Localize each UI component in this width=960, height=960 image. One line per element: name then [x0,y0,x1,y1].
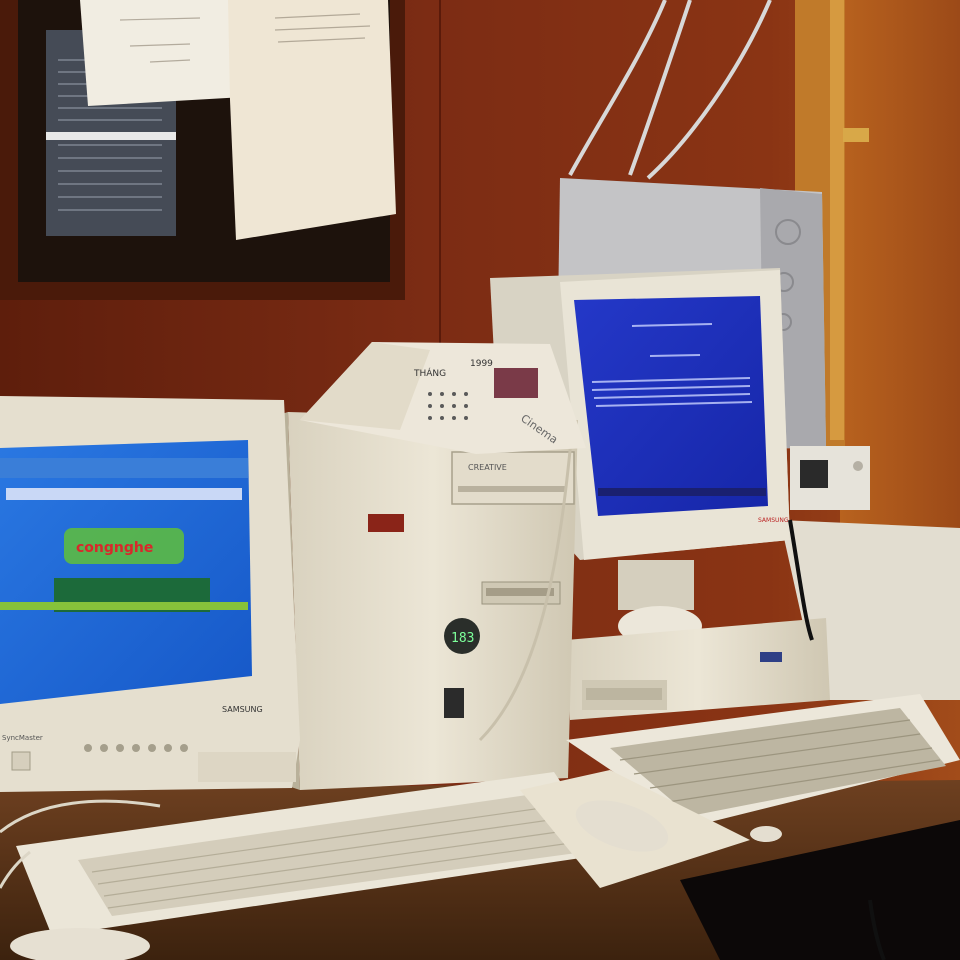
left-monitor-screen [0,440,252,704]
right-monitor-brand: SAMSUNG [758,517,789,524]
photo-scene: SAMSUNG CREATIVE 183 THÁNG 1999 Cinema c… [0,0,960,960]
floppy-drive[interactable] [486,588,554,596]
photo-illustration: SAMSUNG CREATIVE 183 THÁNG 1999 Cinema c… [0,0,960,960]
left-monitor-model: SyncMaster [2,734,43,742]
left-monitor-power-button[interactable] [11,751,31,771]
calendar-month: THÁNG [413,367,446,379]
cd-drive[interactable] [451,451,575,505]
right-floppy-drive[interactable] [586,688,662,700]
left-monitor-brand: SAMSUNG [222,705,263,714]
power-button[interactable] [444,688,464,718]
right-monitor-neck [618,560,694,610]
cd-drive-brand: CREATIVE [468,463,507,472]
led-display-value: 183 [451,631,474,646]
calendar-photo [494,368,538,398]
calendar-year: 1999 [470,359,493,369]
left-screen-logo-text: congnghe [76,540,153,556]
paper-note-large [228,0,396,240]
speaker-controls [198,752,296,782]
